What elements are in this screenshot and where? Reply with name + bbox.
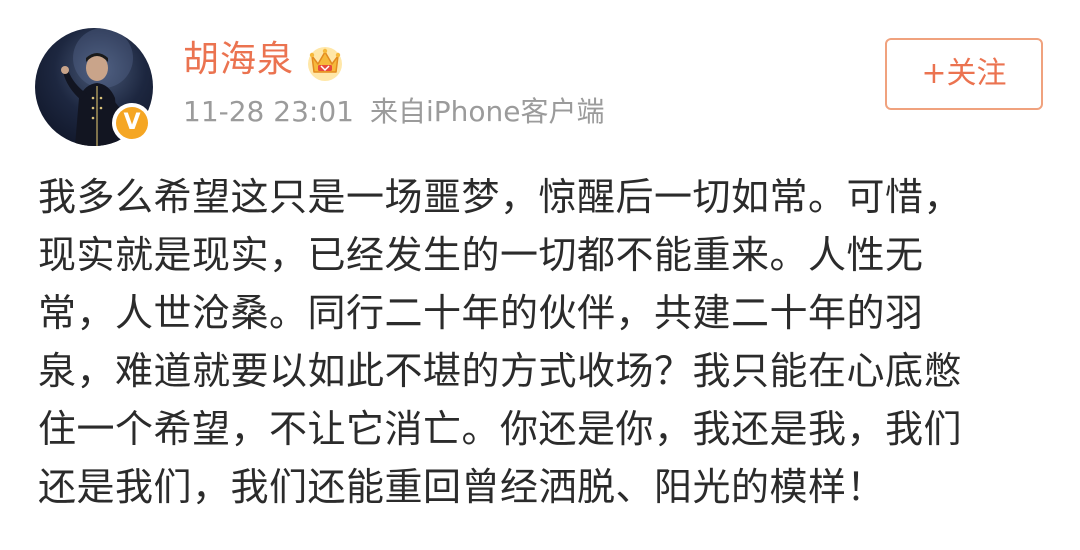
post-time: 11-28 23:01	[183, 95, 354, 128]
content-line: 现实就是现实，已经发生的一切都不能重来。人性无	[38, 233, 924, 277]
post-content: 我多么希望这只是一场噩梦，惊醒后一切如常。可惜， 现实就是现实，已经发生的一切都…	[38, 168, 1048, 516]
author-name[interactable]: 胡海泉	[183, 36, 294, 84]
content-line: 泉，难道就要以如此不堪的方式收场？我只能在心底憋	[38, 349, 963, 393]
verified-badge: V	[112, 103, 152, 143]
content-line: 还是我们，我们还能重回曾经洒脱、阳光的模样！	[38, 465, 886, 509]
verified-icon: V	[116, 107, 148, 139]
post-meta: 11-28 23:01 来自iPhone客户端	[183, 92, 604, 132]
follow-button[interactable]: +关注	[885, 38, 1043, 110]
weibo-post: V 胡海泉 11-28 23:01 来自iPhone客户端 +关注 我多么希望这只…	[0, 0, 1080, 550]
content-line: 我多么希望这只是一场噩梦，惊醒后一切如常。可惜，	[38, 175, 963, 219]
content-line: 常，人世沧桑。同行二十年的伙伴，共建二十年的羽	[38, 291, 924, 335]
crown-icon[interactable]	[304, 42, 346, 82]
post-source[interactable]: 来自iPhone客户端	[370, 95, 605, 128]
content-line: 住一个希望，不让它消亡。你还是你，我还是我，我们	[38, 407, 963, 451]
